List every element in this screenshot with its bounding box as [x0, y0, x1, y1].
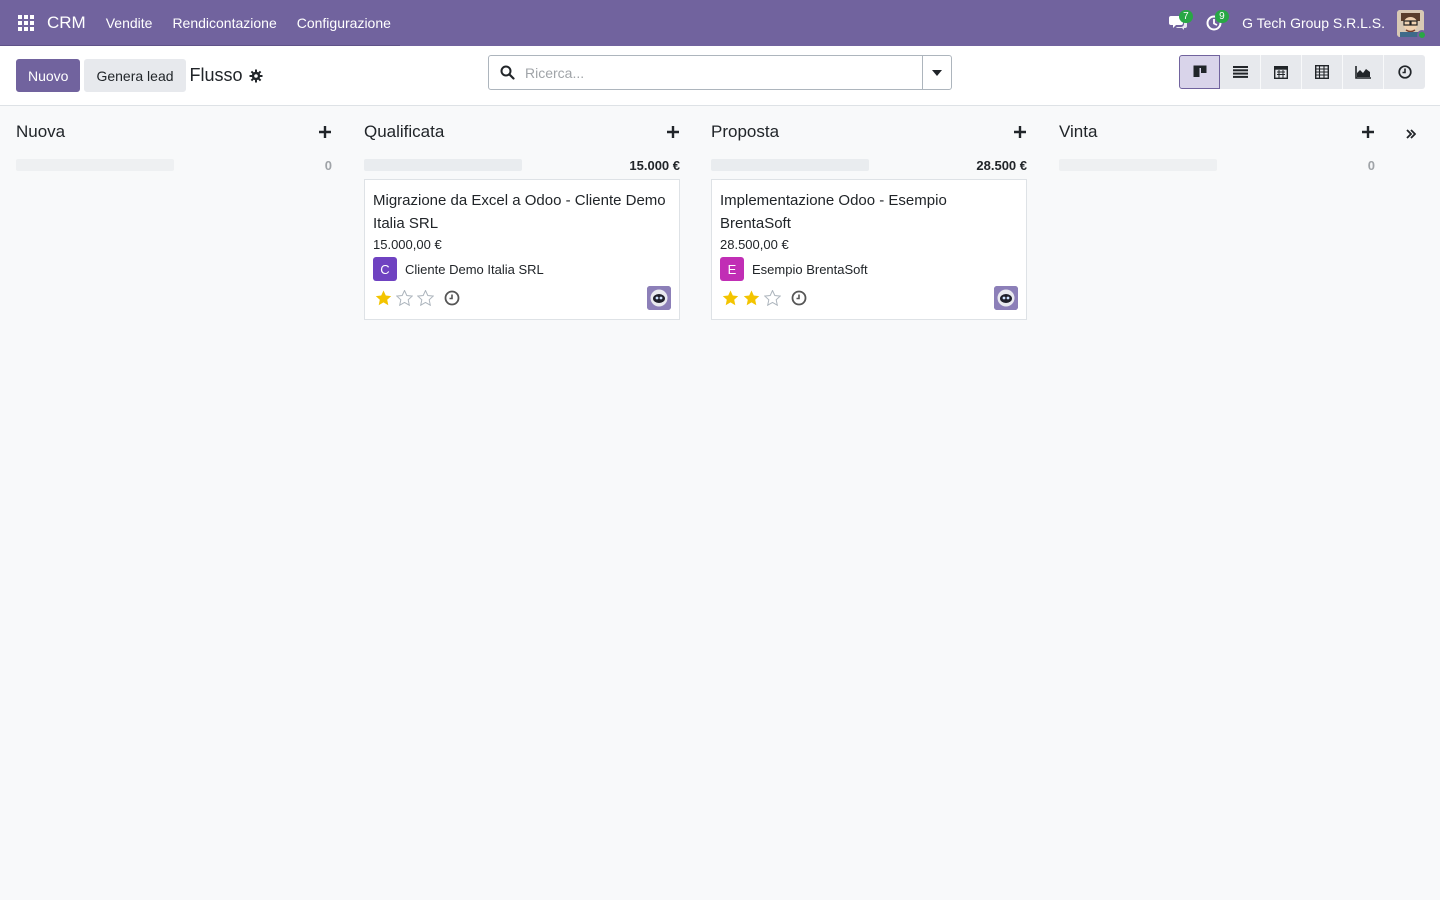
menu-vendite[interactable]: Vendite	[96, 0, 163, 46]
new-button[interactable]: Nuovo	[16, 59, 81, 92]
menu-rendicontazione[interactable]: Rendicontazione	[162, 0, 286, 46]
company-switcher[interactable]: G Tech Group S.R.L.S.	[1232, 15, 1397, 31]
partner-avatar: E	[720, 257, 744, 281]
apps-grid-icon	[18, 15, 34, 31]
activities-button[interactable]: 9	[1196, 0, 1232, 46]
kanban-icon	[1193, 65, 1206, 77]
add-card-icon[interactable]	[667, 126, 680, 138]
star-filled-icon[interactable]	[373, 288, 394, 308]
messaging-button[interactable]: 7	[1160, 0, 1196, 46]
double-chevron-right-icon[interactable]	[1406, 126, 1417, 142]
messages-count-badge: 7	[1179, 10, 1193, 23]
column-sum: 15.000 €	[629, 157, 680, 173]
add-card-icon[interactable]	[1362, 126, 1375, 138]
column-progress: 28.500 €	[711, 153, 1027, 177]
column-header: Proposta	[711, 106, 1027, 156]
calendar-icon	[1274, 66, 1288, 79]
kanban-card[interactable]: Implementazione Odoo - Esempio BrentaSof…	[711, 179, 1027, 320]
kanban-column-nuova: Nuova 0	[16, 106, 332, 177]
card-amount: 15.000,00 €	[373, 237, 442, 252]
partner-name: Cliente Demo Italia SRL	[405, 261, 544, 277]
search-bar	[488, 55, 952, 90]
star-filled-icon[interactable]	[741, 288, 762, 308]
column-sum: 28.500 €	[976, 157, 1027, 173]
search-icon	[489, 65, 525, 80]
column-title[interactable]: Vinta	[1059, 122, 1097, 142]
search-options-toggle[interactable]	[922, 56, 951, 89]
systray: 7 9 G Tech Group S.R.L.S.	[1160, 0, 1440, 46]
card-title: Migrazione da Excel a Odoo - Cliente Dem…	[373, 192, 666, 232]
view-graph-button[interactable]	[1343, 55, 1384, 89]
caret-down-icon	[932, 69, 942, 76]
view-switcher	[1179, 55, 1425, 89]
column-progress: 15.000 €	[364, 153, 680, 177]
progress-bar[interactable]	[711, 159, 869, 171]
card-title: Implementazione Odoo - Esempio BrentaSof…	[720, 192, 947, 232]
progress-bar[interactable]	[16, 159, 174, 171]
kanban-column-proposta: Proposta 28.500 €	[711, 106, 1027, 177]
menu-configurazione[interactable]: Configurazione	[287, 0, 401, 46]
kanban-card[interactable]: Migrazione da Excel a Odoo - Cliente Dem…	[364, 179, 680, 320]
breadcrumb: Flusso	[190, 65, 263, 86]
column-sum: 0	[1367, 157, 1375, 173]
star-filled-icon[interactable]	[720, 288, 741, 308]
kanban-column-qualificata: Qualificata 15.000 €	[364, 106, 680, 177]
top-navbar: CRM Vendite Rendicontazione Configurazio…	[0, 0, 1440, 46]
column-progress: 0	[1059, 153, 1375, 177]
card-amount: 28.500,00 €	[720, 237, 789, 252]
kanban-board: Nuova 0 Qualificata 15.000 € Proposta 28…	[0, 106, 1440, 900]
column-title[interactable]: Nuova	[16, 122, 65, 142]
partner-avatar: C	[373, 257, 397, 281]
priority-stars	[373, 288, 436, 308]
kanban-column-vinta: Vinta 0	[1059, 106, 1375, 177]
view-calendar-button[interactable]	[1261, 55, 1302, 89]
salesperson-avatar[interactable]	[994, 286, 1018, 310]
view-activity-button[interactable]	[1384, 55, 1425, 89]
star-empty-icon[interactable]	[762, 288, 783, 308]
star-empty-icon[interactable]	[415, 288, 436, 308]
column-header: Nuova	[16, 106, 332, 156]
control-panel: Nuovo Genera lead Flusso	[0, 46, 1440, 106]
column-title[interactable]: Proposta	[711, 122, 779, 142]
column-header: Qualificata	[364, 106, 680, 156]
add-card-icon[interactable]	[319, 126, 332, 138]
column-title[interactable]: Qualificata	[364, 122, 444, 142]
list-icon	[1232, 66, 1248, 78]
gear-icon[interactable]	[249, 69, 263, 83]
card-partner: C Cliente Demo Italia SRL	[373, 257, 671, 281]
progress-bar[interactable]	[1059, 159, 1217, 171]
user-menu-avatar[interactable]	[1397, 9, 1427, 40]
app-menu-button[interactable]	[10, 0, 42, 46]
column-sum: 0	[324, 157, 332, 173]
generate-lead-button[interactable]: Genera lead	[84, 59, 186, 92]
column-header: Vinta	[1059, 106, 1375, 156]
page-title: Flusso	[189, 65, 243, 85]
priority-stars	[720, 288, 783, 308]
add-card-icon[interactable]	[1014, 126, 1027, 138]
activity-clock-icon[interactable]	[444, 290, 460, 306]
activity-clock-icon[interactable]	[791, 290, 807, 306]
card-footer	[720, 286, 1018, 310]
view-pivot-button[interactable]	[1302, 55, 1343, 89]
card-partner: E Esempio BrentaSoft	[720, 257, 1018, 281]
app-name[interactable]: CRM	[47, 13, 86, 33]
column-progress: 0	[16, 153, 332, 177]
card-footer	[373, 286, 671, 310]
star-empty-icon[interactable]	[394, 288, 415, 308]
view-list-button[interactable]	[1220, 55, 1261, 89]
activity-clock-icon	[1397, 65, 1412, 79]
partner-name: Esempio BrentaSoft	[752, 261, 868, 277]
salesperson-avatar[interactable]	[647, 286, 671, 310]
activities-count-badge: 9	[1215, 10, 1229, 23]
progress-bar[interactable]	[364, 159, 522, 171]
pivot-icon	[1315, 65, 1329, 79]
online-status-dot	[1417, 29, 1427, 40]
search-input[interactable]	[525, 56, 922, 89]
view-kanban-button[interactable]	[1179, 55, 1220, 89]
area-chart-icon	[1355, 65, 1371, 79]
